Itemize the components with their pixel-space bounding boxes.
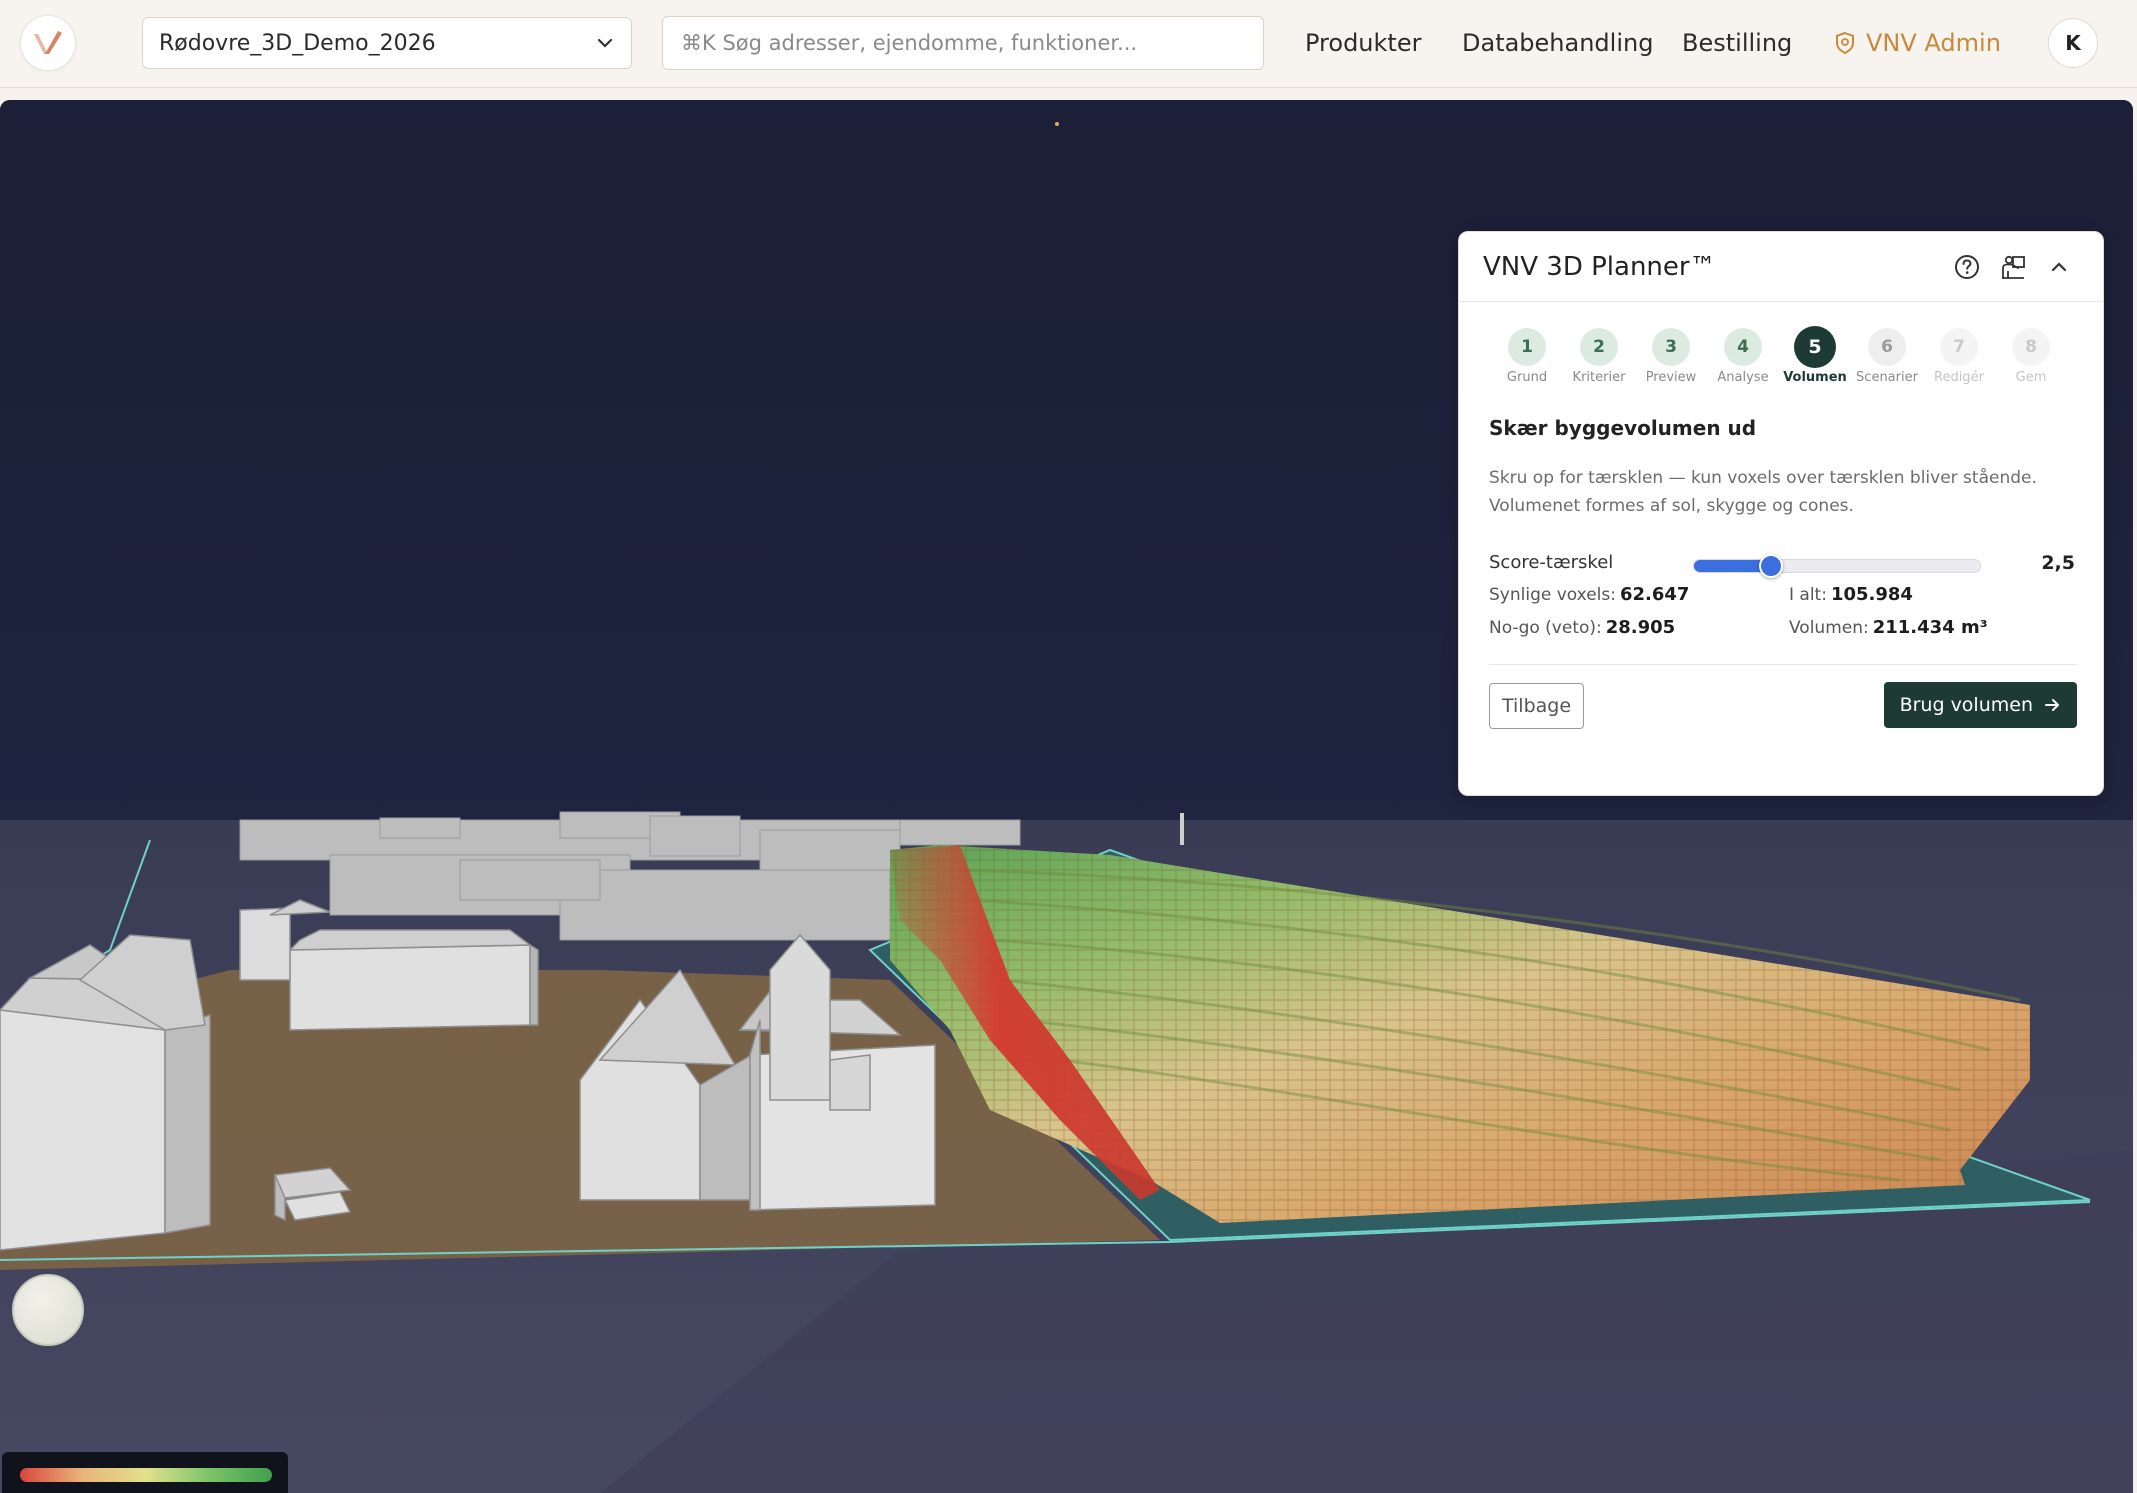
- slider-thumb[interactable]: [1759, 554, 1784, 578]
- map-3d-viewport[interactable]: VNV 3D Planner™ 1 Grund 2 Kriterier 3 Pr…: [0, 100, 2133, 1493]
- help-circle-icon: [1955, 254, 1979, 279]
- v-logo-icon: [34, 31, 62, 54]
- collapse-button[interactable]: [2039, 247, 2079, 287]
- nav-vnv-admin[interactable]: VNV Admin: [1834, 0, 2001, 86]
- arrow-right-icon: [2045, 699, 2059, 711]
- step-label: Redigér: [1934, 370, 1984, 385]
- stat-total: I alt: 105.984: [1789, 584, 1913, 605]
- use-volume-label: Brug volumen: [1899, 694, 2033, 716]
- stat-value: 105.984: [1830, 584, 1913, 605]
- step-label: Volumen: [1783, 370, 1847, 385]
- step-indicator: 1 Grund 2 Kriterier 3 Preview 4 Analyse …: [1491, 326, 2073, 388]
- person-chalkboard-icon: [2002, 255, 2025, 279]
- top-bar: Rødovre_3D_Demo_2026 Produkter Databehan…: [0, 0, 2137, 88]
- chevron-down-icon: [597, 38, 613, 48]
- step-number: 5: [1794, 326, 1836, 368]
- stat-label: I alt:: [1789, 585, 1827, 605]
- stat-label: Synlige voxels:: [1489, 585, 1616, 605]
- app-logo[interactable]: [20, 15, 76, 71]
- project-name: Rødovre_3D_Demo_2026: [159, 30, 436, 56]
- panel-divider: [1489, 664, 2077, 665]
- step-number: 6: [1868, 328, 1906, 366]
- step-label: Preview: [1645, 370, 1697, 385]
- search-input[interactable]: [681, 31, 1245, 55]
- step-label: Grund: [1506, 370, 1548, 385]
- stat-value: 28.905: [1605, 617, 1676, 638]
- legend-gradient-bar: [20, 1468, 272, 1482]
- step-2-kriterier[interactable]: 2 Kriterier: [1563, 328, 1635, 385]
- project-selector[interactable]: Rødovre_3D_Demo_2026: [142, 17, 632, 69]
- planner-header: VNV 3D Planner™: [1459, 232, 2103, 302]
- nav-databehandling[interactable]: Databehandling: [1462, 0, 1653, 86]
- help-button[interactable]: [1947, 247, 1987, 287]
- step-number: 1: [1508, 328, 1546, 366]
- stat-volume: Volumen: 211.434 m³: [1789, 617, 1988, 638]
- planner-title: VNV 3D Planner™: [1483, 251, 1716, 282]
- section-description: Skru op for tærsklen — kun voxels over t…: [1489, 468, 2037, 516]
- stat-label: No-go (veto):: [1489, 618, 1602, 638]
- stat-visible-voxels: Synlige voxels: 62.647: [1489, 584, 1689, 605]
- nav-bestilling[interactable]: Bestilling: [1682, 0, 1792, 86]
- threshold-value: 2,5: [2041, 552, 2075, 574]
- nav-admin-label: VNV Admin: [1866, 29, 2001, 57]
- step-7-rediger: 7 Redigér: [1923, 328, 1995, 385]
- user-avatar[interactable]: K: [2048, 18, 2098, 68]
- section-title: Skær byggevolumen ud: [1489, 416, 1757, 440]
- step-4-analyse[interactable]: 4 Analyse: [1707, 328, 1779, 385]
- step-number: 3: [1652, 328, 1690, 366]
- compass-widget[interactable]: [12, 1274, 84, 1346]
- step-label: Kriterier: [1572, 370, 1626, 385]
- stat-label: Volumen:: [1789, 618, 1869, 638]
- score-legend: [2, 1452, 288, 1493]
- step-number: 7: [1940, 328, 1978, 366]
- search-box[interactable]: [662, 16, 1264, 70]
- step-number: 4: [1724, 328, 1762, 366]
- step-6-scenarier[interactable]: 6 Scenarier: [1851, 328, 1923, 385]
- threshold-label: Score-tærskel: [1489, 552, 1614, 573]
- step-number: 8: [2012, 328, 2050, 366]
- stat-value: 211.434 m³: [1872, 617, 1988, 638]
- threshold-slider[interactable]: [1693, 554, 1981, 578]
- tour-button[interactable]: [1993, 247, 2033, 287]
- planner-panel: VNV 3D Planner™ 1 Grund 2 Kriterier 3 Pr…: [1458, 231, 2104, 796]
- step-5-volumen[interactable]: 5 Volumen: [1779, 326, 1851, 385]
- shield-icon: [1836, 31, 1854, 55]
- stat-nogo: No-go (veto): 28.905: [1489, 617, 1675, 638]
- back-button[interactable]: Tilbage: [1489, 683, 1585, 729]
- step-8-gem: 8 Gem: [1995, 328, 2067, 385]
- step-label: Gem: [2015, 370, 2047, 385]
- step-1-grund[interactable]: 1 Grund: [1491, 328, 1563, 385]
- step-3-preview[interactable]: 3 Preview: [1635, 328, 1707, 385]
- step-label: Analyse: [1717, 370, 1769, 385]
- stat-value: 62.647: [1619, 584, 1690, 605]
- use-volume-button[interactable]: Brug volumen: [1883, 682, 2077, 728]
- chevron-up-icon: [2051, 261, 2067, 271]
- nav-produkter[interactable]: Produkter: [1305, 0, 1421, 86]
- step-number: 2: [1580, 328, 1618, 366]
- step-label: Scenarier: [1856, 370, 1918, 385]
